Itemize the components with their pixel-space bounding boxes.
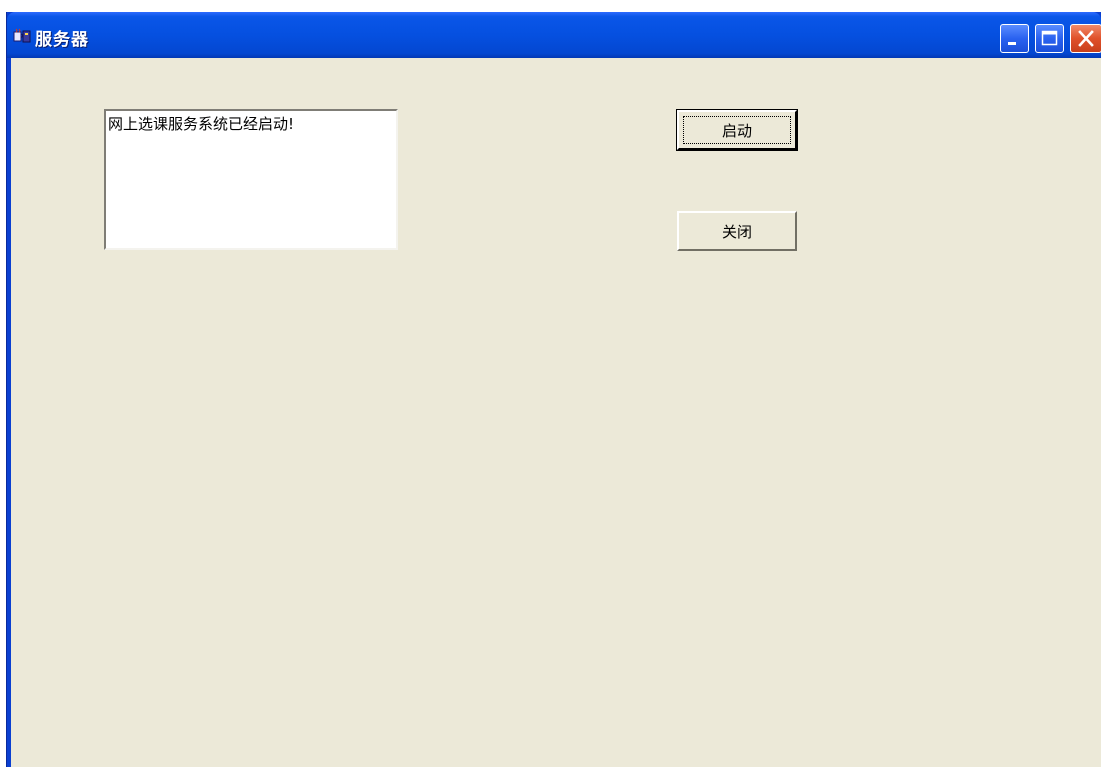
server-window: 服务器 网上选课服务系统已经启动! 启动 关闭: [6, 12, 1101, 767]
minimize-button[interactable]: [1000, 24, 1029, 53]
minimize-icon: [1008, 42, 1016, 45]
close-button[interactable]: 关闭: [677, 211, 797, 251]
maximize-button[interactable]: [1035, 24, 1064, 53]
title-bar[interactable]: 服务器: [7, 12, 1101, 58]
window-title: 服务器: [35, 30, 89, 50]
start-button[interactable]: 启动: [676, 109, 798, 151]
close-icon: [1078, 30, 1094, 47]
focus-rect: [683, 116, 791, 144]
log-textarea[interactable]: 网上选课服务系统已经启动!: [104, 109, 398, 250]
client-area: 网上选课服务系统已经启动! 启动 关闭: [11, 58, 1101, 767]
close-button-label: 关闭: [721, 222, 752, 241]
close-window-button[interactable]: [1070, 24, 1101, 53]
maximize-icon: [1041, 30, 1058, 46]
java-cup-icon: [13, 28, 31, 44]
